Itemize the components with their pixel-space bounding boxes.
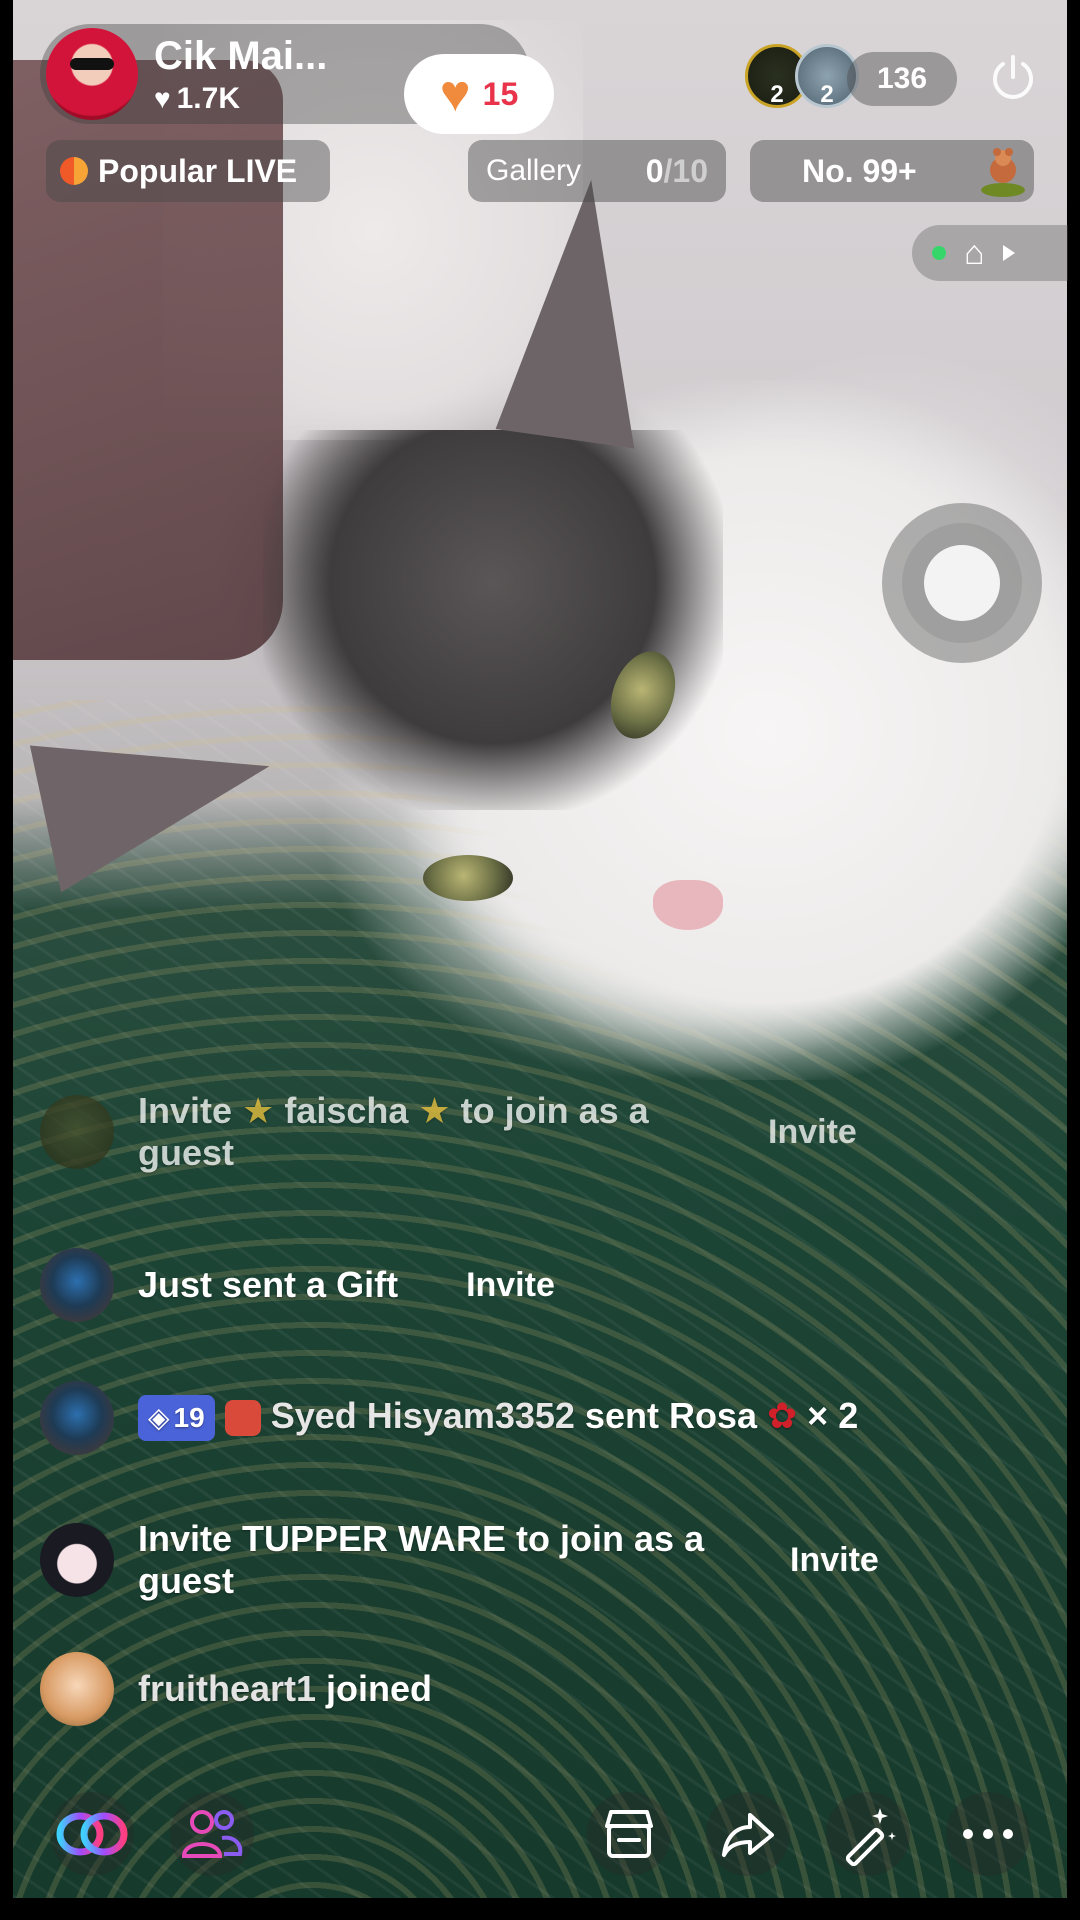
user-avatar[interactable] [40,1381,114,1455]
invite-button[interactable]: Invite [790,1541,879,1580]
star-icon: ★ [242,1090,275,1131]
gallery-label: Gallery [486,154,582,187]
gallery-count: 0/10 [646,153,708,190]
shop-button[interactable] [587,1792,671,1876]
gallery-total: /10 [663,152,708,189]
link-icon [56,1812,128,1856]
chat-line2: guest [138,1560,235,1601]
likes-count: 1.7K [176,82,240,115]
rose-icon: ✿ [767,1394,798,1436]
power-icon[interactable] [988,52,1038,102]
more-icon [963,1829,1013,1839]
mini-toolbar[interactable]: ⌂ [912,225,1068,281]
chat-line1: Invite TUPPER WARE to join as a [138,1518,705,1559]
magic-button[interactable] [826,1792,910,1876]
trophy-icon [981,148,1025,197]
gallery-chip[interactable]: Gallery 0/10 [468,140,726,202]
live-video-background [13,0,1067,1898]
collab-button[interactable] [50,1792,134,1876]
viewer-count[interactable]: 136 [847,52,957,106]
invite-button[interactable]: Invite [466,1266,555,1305]
magic-wand-icon [845,1808,896,1866]
user-avatar[interactable] [40,1095,114,1169]
user-avatar[interactable] [40,1523,114,1597]
popular-live-label: Popular LIVE [98,152,298,189]
host-name: Cik Mai... [154,34,328,78]
flame-icon [60,157,88,185]
heart-icon: ♥ [439,65,471,123]
assistive-ring [902,523,1022,643]
guests-button[interactable] [170,1792,254,1876]
gift-count: × 2 [797,1394,859,1436]
heart-icon: ♥ [154,83,171,114]
cat-nose [653,880,723,930]
level-badge: ◈ 19 [138,1395,215,1442]
follow-button[interactable]: ♥ 15 [404,54,554,134]
share-button[interactable] [706,1792,790,1876]
chat-text: Just sent a Gift [138,1264,399,1305]
host-info[interactable]: Cik Mai... ♥ 1.7K ♥ 15 [40,24,554,134]
chat-suffix: to join as a [450,1090,649,1131]
chat-username: faischa [274,1090,419,1131]
fan-badge-icon [224,1400,261,1437]
viewer-list[interactable]: 2 2 136 [745,40,960,110]
house-icon[interactable]: ⌂ [964,234,985,273]
shop-icon [605,1810,653,1858]
status-dot [932,246,946,260]
cat-ear [29,697,287,893]
cat-head [263,430,723,810]
assistive-touch-button[interactable] [882,503,1042,663]
chat-message: fruitheart1 joined [40,1652,432,1726]
people-icon [181,1810,243,1858]
user-avatar[interactable] [40,1652,114,1726]
chat-message: ◈ 19 Syed Hisyam3352 sent Rosa ✿ × 2 [40,1381,858,1455]
rank-chip[interactable]: No. 99+ [750,140,1034,202]
chat-message: Just sent a Gift Invite [40,1248,555,1322]
share-icon [722,1813,774,1857]
rank-label: No. 99+ [802,152,917,189]
chat-prefix: Invite [138,1090,243,1131]
popular-live-chip[interactable]: Popular LIVE [46,140,330,202]
chat-message: Invite ★ faischa ★ to join as a guest In… [40,1090,857,1174]
invite-button[interactable]: Invite [768,1113,857,1152]
host-avatar[interactable] [46,28,138,120]
diamond-icon: ◈ [148,1402,170,1434]
chat-text: Invite ★ faischa ★ to join as a guest [138,1090,728,1174]
chat-message: Invite TUPPER WARE to join as a guest In… [40,1518,879,1602]
user-avatar[interactable] [40,1248,114,1322]
more-button[interactable] [946,1792,1030,1876]
chat-text: Invite TUPPER WARE to join as a guest [138,1518,738,1602]
star-icon: ★ [418,1090,451,1131]
chat-body: joined [316,1668,433,1709]
follow-count: 15 [482,75,519,112]
chat-body: sent Rosa [574,1394,757,1436]
chat-username[interactable]: fruitheart1 [138,1668,316,1709]
assistive-core [924,545,1000,621]
gallery-current: 0 [645,152,664,189]
level-number: 19 [173,1402,205,1434]
host-likes: ♥ 1.7K [154,82,240,116]
cat-eye [423,855,513,901]
expand-arrow-icon[interactable] [1002,245,1015,261]
chat-line2: guest [138,1132,235,1173]
chat-text: ◈ 19 Syed Hisyam3352 sent Rosa ✿ × 2 [138,1394,859,1442]
chat-text: fruitheart1 joined [138,1668,432,1710]
chat-username[interactable]: Syed Hisyam3352 [271,1395,575,1436]
